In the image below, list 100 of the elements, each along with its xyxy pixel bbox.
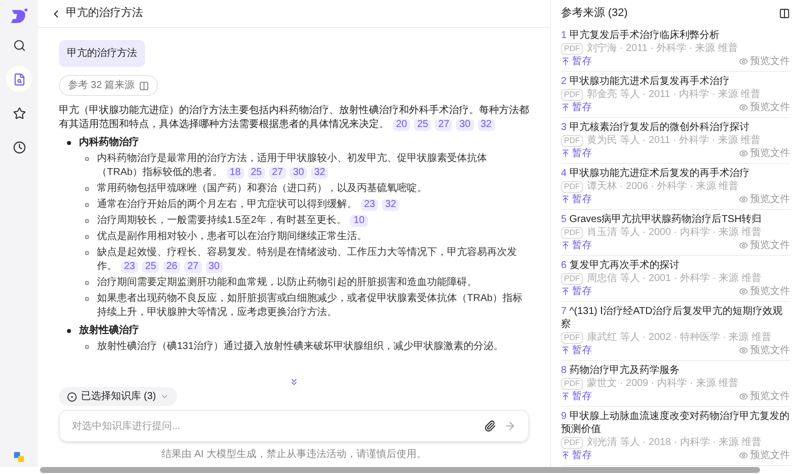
citation-link[interactable]: 25 [414,119,432,131]
panel-toggle-icon[interactable] [779,8,790,18]
source-title[interactable]: 2 甲状腺功能亢进术后复发再手术治疗 [561,75,790,88]
page-title: 甲亢的治疗方法 [66,6,143,22]
logo-icon [10,8,28,24]
citation-link[interactable]: 32 [478,119,495,131]
pdf-tag: PDF [561,88,583,100]
list-item-text: 常用药物包括甲巯咪唑（国产药）和赛治（进口药），以及丙基硫氧嘧啶。 [97,182,427,196]
scroll-down-icon[interactable] [289,377,299,387]
citation-link[interactable]: 27 [268,167,286,179]
preview-button[interactable]: 预览文件 [739,285,790,298]
panel-title: 参考来源 (32) [561,6,628,21]
list-item-text: 治疗期间需要定期监测肝功能和血常规，以防止药物引起的肝脏损害和造血功能障碍。 [97,276,477,290]
list-item-text: 缺点是起效慢、疗程长、容易复发。特别是在情绪波动、工作压力大等情况下，甲亢容易再次发作。 23 25 26 27 30 [97,246,518,274]
citation-link[interactable]: 27 [435,119,452,131]
pin-icon [561,241,570,250]
caret-icon [160,392,169,401]
preview-button[interactable]: 预览文件 [739,147,790,160]
eye-icon [739,241,748,250]
history-icon [12,140,26,154]
source-title[interactable]: 4 甲状腺功能亢进症术后复发的再手术治疗 [561,167,790,180]
pin-icon [561,287,570,296]
preview-button[interactable]: 预览文件 [739,55,790,68]
pin-icon [561,103,570,112]
eye-icon [739,57,748,66]
answer-paragraph: 甲亢（甲状腺功能亢进症）的治疗方法主要包括内科药物治疗、放射性碘治疗和外科手术治疗。每种方法都有其适用范围和特点，具体选择哪种方法需要根据患者的具体情况来决定。 20 25 27 30 32 [59,104,529,132]
list-item-text: 如果患者出现药物不良反应，如肝脏损害或白细胞减少，或者促甲状腺素受体抗体（TRAb）指标持续上升，甲状腺肿大等情况，应考虑更换治疗方法。 [97,292,524,320]
disclaimer-text: 结果由 AI 大模型生成，禁止从事违法活动，请谨慎后使用。 [160,448,428,462]
citation-link[interactable]: 30 [206,261,223,273]
citation-link[interactable]: 27 [184,261,202,273]
preview-button[interactable]: 预览文件 [739,193,790,206]
pin-icon [561,346,570,355]
citation-link[interactable]: 20 [393,119,410,131]
attach-icon[interactable] [484,420,496,432]
citation-link[interactable]: 25 [248,167,265,179]
save-button[interactable]: 暂存 [561,390,592,403]
citation-link[interactable]: 23 [121,261,138,273]
source-title[interactable]: 6 复发甲亢再次手术的探讨 [561,259,790,272]
citation-link[interactable]: 32 [382,199,400,211]
knowledge-base-chip[interactable]: 已选择知识库 (3) [59,387,177,406]
sources-chip[interactable]: 参考 32 篇来源 [59,75,158,96]
source-meta: 周忠信 等人 · 2001 · 外科学 · 来源 维普 [587,272,762,285]
citation-link[interactable]: 10 [350,215,368,227]
save-button[interactable]: 暂存 [561,193,592,206]
save-button[interactable]: 暂存 [561,239,592,252]
question-bubble: 甲亢的治疗方法 [59,40,145,67]
source-meta: 黄为民 等人 · 2011 · 外科学 · 来源 维普 [587,134,761,147]
preview-button[interactable]: 预览文件 [739,101,790,114]
pdf-tag: PDF [561,272,583,284]
document-icon [12,72,26,86]
preview-button[interactable]: 预览文件 [739,390,790,403]
pin-icon [561,149,570,158]
pin-icon [561,195,570,204]
source-title[interactable]: 7 ^(131) Ⅰ治疗经ATD治疗后复发甲亢的短期疗效观察 [561,305,790,331]
eye-icon [739,346,748,355]
eye-icon [739,149,748,158]
save-button[interactable]: 暂存 [561,285,592,298]
save-button[interactable]: 暂存 [561,147,592,160]
source-title[interactable]: 5 Graves病甲亢抗甲状腺药物治疗后TSH转归 [561,213,790,226]
question-field[interactable]: 对选中知识库进行提问... [59,410,529,442]
pdf-tag: PDF [561,42,583,54]
source-meta: 刘光清 等人 · 2018 · 内科学 · 来源 维普 [587,436,762,449]
pdf-tag: PDF [561,180,583,192]
citation-link[interactable]: 30 [290,167,308,179]
source-title[interactable]: 3 甲亢核素治疗复发后的微创外科治疗探讨 [561,121,790,134]
document-nav-button[interactable] [6,66,32,92]
preview-button[interactable]: 预览文件 [739,449,790,462]
source-title[interactable]: 1 甲亢复发后手术治疗临床利弊分析 [561,29,790,42]
save-button[interactable]: 暂存 [561,101,592,114]
citation-link[interactable]: 26 [163,261,180,273]
pdf-tag: PDF [561,378,583,390]
list-item-text: 治疗周期较长，一般需要持续1.5至2年，有时甚至更长。 10 [97,214,368,228]
save-button[interactable]: 暂存 [561,449,592,462]
section-heading: 放射性碘治疗 [79,324,139,338]
eye-icon [739,103,748,112]
source-meta: 肖玉清 等人 · 2000 · 内科学 · 来源 维普 [587,226,762,239]
citation-link[interactable]: 18 [226,167,244,179]
citation-link[interactable]: 30 [456,119,474,131]
save-button[interactable]: 暂存 [561,344,592,357]
citation-link[interactable]: 25 [142,261,160,273]
list-item-text: 内科药物治疗是最常用的治疗方法，适用于甲状腺较小、初发甲亢、促甲状腺素受体抗体（TRAb）指标较低的患者。 18 25 27 30 32 [97,152,488,180]
radio-icon [67,392,77,402]
citation-link[interactable]: 23 [361,199,378,211]
source-title[interactable]: 9 甲状腺上动脉血流速度改变对药物治疗甲亢复发的预测价值 [561,410,790,436]
eye-icon [739,451,748,460]
pin-icon [561,451,570,460]
star-icon [12,106,26,120]
question-input[interactable]: 对选中知识库进行提问... [72,418,476,434]
source-meta: 康武红 等人 · 2002 · 特种医学 · 来源 维普 [587,331,772,344]
preview-button[interactable]: 预览文件 [739,344,790,357]
save-button[interactable]: 暂存 [561,55,592,68]
eye-icon [739,287,748,296]
list-item-text: 放射性碘治疗（碘131治疗）通过摄入放射性碘来破坏甲状腺组织，减少甲状腺激素的分泌。 [97,340,504,354]
pdf-tag: PDF [561,332,583,344]
horizontal-scrollbar[interactable] [40,467,760,473]
pdf-tag: PDF [561,226,583,238]
list-item-text: 通常在治疗开始后的两个月左右，甲亢症状可以得到缓解。 23 32 [97,198,400,212]
source-title[interactable]: 8 药物治疗甲亢及药学服务 [561,364,790,377]
citation-link[interactable]: 32 [311,167,328,179]
preview-button[interactable]: 预览文件 [739,239,790,252]
